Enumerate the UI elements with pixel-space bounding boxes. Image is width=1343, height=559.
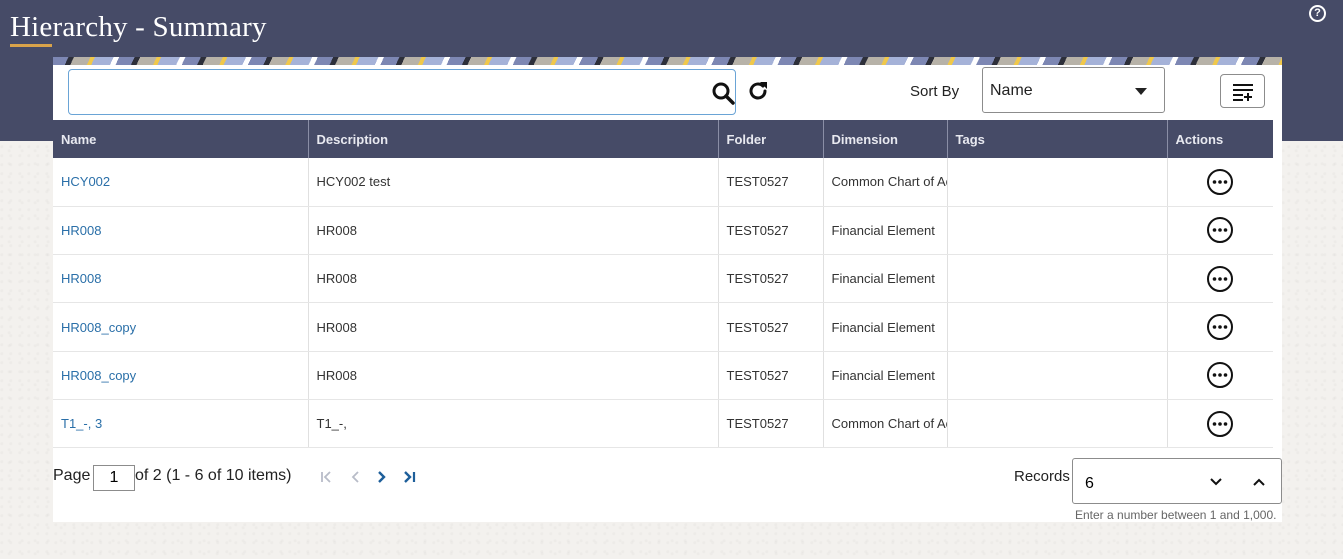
folder-cell: TEST0527 <box>718 351 824 400</box>
sort-by-select[interactable]: Name <box>982 67 1165 113</box>
records-input[interactable] <box>1085 475 1185 493</box>
table-row: HR008_copy HR008 TEST0527 Financial Elem… <box>53 302 1273 352</box>
table-header-row: Name Description Folder Dimension Tags A… <box>53 120 1273 158</box>
search-icon[interactable] <box>711 81 735 105</box>
folder-cell: TEST0527 <box>718 254 824 304</box>
table-row: HR008 HR008 TEST0527 Financial Element <box>53 206 1273 256</box>
folder-cell: TEST0527 <box>718 206 824 256</box>
dimension-cell: Common Chart of Ac <box>823 158 948 207</box>
records-stepper[interactable] <box>1072 458 1282 504</box>
more-actions-icon[interactable] <box>1206 313 1234 341</box>
column-header-actions: Actions <box>1167 120 1273 158</box>
hierarchy-name-link[interactable]: T1_-, 3 <box>61 416 102 431</box>
table-row: HR008 HR008 TEST0527 Financial Element <box>53 254 1273 304</box>
column-header-folder[interactable]: Folder <box>718 120 824 158</box>
column-settings-button[interactable] <box>1220 74 1265 108</box>
help-icon[interactable]: ? <box>1309 5 1326 22</box>
column-header-tags[interactable]: Tags <box>947 120 1168 158</box>
hierarchy-table: Name Description Folder Dimension Tags A… <box>53 120 1273 449</box>
records-label: Records <box>1014 468 1070 485</box>
hierarchy-name-link[interactable]: HR008 <box>61 271 101 286</box>
pagination: Page of 2 (1 - 6 of 10 items) <box>53 462 473 492</box>
description-cell: HR008 <box>308 302 719 352</box>
table-row: HR008_copy HR008 TEST0527 Financial Elem… <box>53 351 1273 400</box>
chevron-up-icon[interactable] <box>1251 474 1267 490</box>
hierarchy-name-link[interactable]: HR008_copy <box>61 320 136 335</box>
page-title: Hierarchy - Summary <box>10 11 267 43</box>
more-actions-icon[interactable] <box>1206 361 1234 389</box>
tags-cell <box>947 158 1168 207</box>
tags-cell <box>947 399 1168 449</box>
page-number-input[interactable] <box>93 465 135 491</box>
folder-cell: TEST0527 <box>718 399 824 449</box>
chevron-down-icon[interactable] <box>1208 474 1224 490</box>
column-header-description[interactable]: Description <box>308 120 719 158</box>
more-actions-icon[interactable] <box>1206 216 1234 244</box>
dimension-cell: Financial Element <box>823 302 948 352</box>
folder-cell: TEST0527 <box>718 302 824 352</box>
description-cell: T1_-, <box>308 399 719 449</box>
last-page-icon[interactable] <box>401 469 417 485</box>
tags-cell <box>947 254 1168 304</box>
more-actions-icon[interactable] <box>1206 168 1234 196</box>
dimension-cell: Common Chart of Ac <box>823 399 948 449</box>
column-header-name[interactable]: Name <box>53 120 309 158</box>
table-row: HCY002 HCY002 test TEST0527 Common Chart… <box>53 158 1273 207</box>
dimension-cell: Financial Element <box>823 254 948 304</box>
previous-page-icon[interactable] <box>348 469 364 485</box>
page-summary: of 2 (1 - 6 of 10 items) <box>135 467 292 484</box>
tags-cell <box>947 302 1168 352</box>
refresh-icon[interactable] <box>746 79 770 103</box>
description-cell: HR008 <box>308 206 719 256</box>
description-cell: HR008 <box>308 254 719 304</box>
first-page-icon[interactable] <box>319 469 335 485</box>
description-cell: HCY002 test <box>308 158 719 207</box>
more-actions-icon[interactable] <box>1206 265 1234 293</box>
description-cell: HR008 <box>308 351 719 400</box>
table-row: T1_-, 3 T1_-, TEST0527 Common Chart of A… <box>53 399 1273 449</box>
sort-by-value: Name <box>990 82 1033 99</box>
records-hint: Enter a number between 1 and 1,000. <box>1075 508 1277 522</box>
hierarchy-name-link[interactable]: HCY002 <box>61 174 110 189</box>
summary-card: Sort By Name Name Description Folder Dim… <box>53 57 1282 522</box>
more-actions-icon[interactable] <box>1206 410 1234 438</box>
hierarchy-name-link[interactable]: HR008 <box>61 223 101 238</box>
caret-down-icon <box>1135 88 1147 95</box>
sort-by-label: Sort By <box>910 83 960 100</box>
tags-cell <box>947 351 1168 400</box>
next-page-icon[interactable] <box>373 469 389 485</box>
column-settings-icon <box>1233 84 1253 101</box>
tags-cell <box>947 206 1168 256</box>
search-box[interactable] <box>68 69 736 115</box>
decorative-strip <box>53 57 1282 65</box>
column-header-dimension[interactable]: Dimension <box>823 120 948 158</box>
page-label: Page <box>53 467 91 484</box>
title-underline <box>10 44 52 47</box>
hierarchy-name-link[interactable]: HR008_copy <box>61 368 136 383</box>
search-input[interactable] <box>77 78 677 106</box>
dimension-cell: Financial Element <box>823 351 948 400</box>
dimension-cell: Financial Element <box>823 206 948 256</box>
folder-cell: TEST0527 <box>718 158 824 207</box>
